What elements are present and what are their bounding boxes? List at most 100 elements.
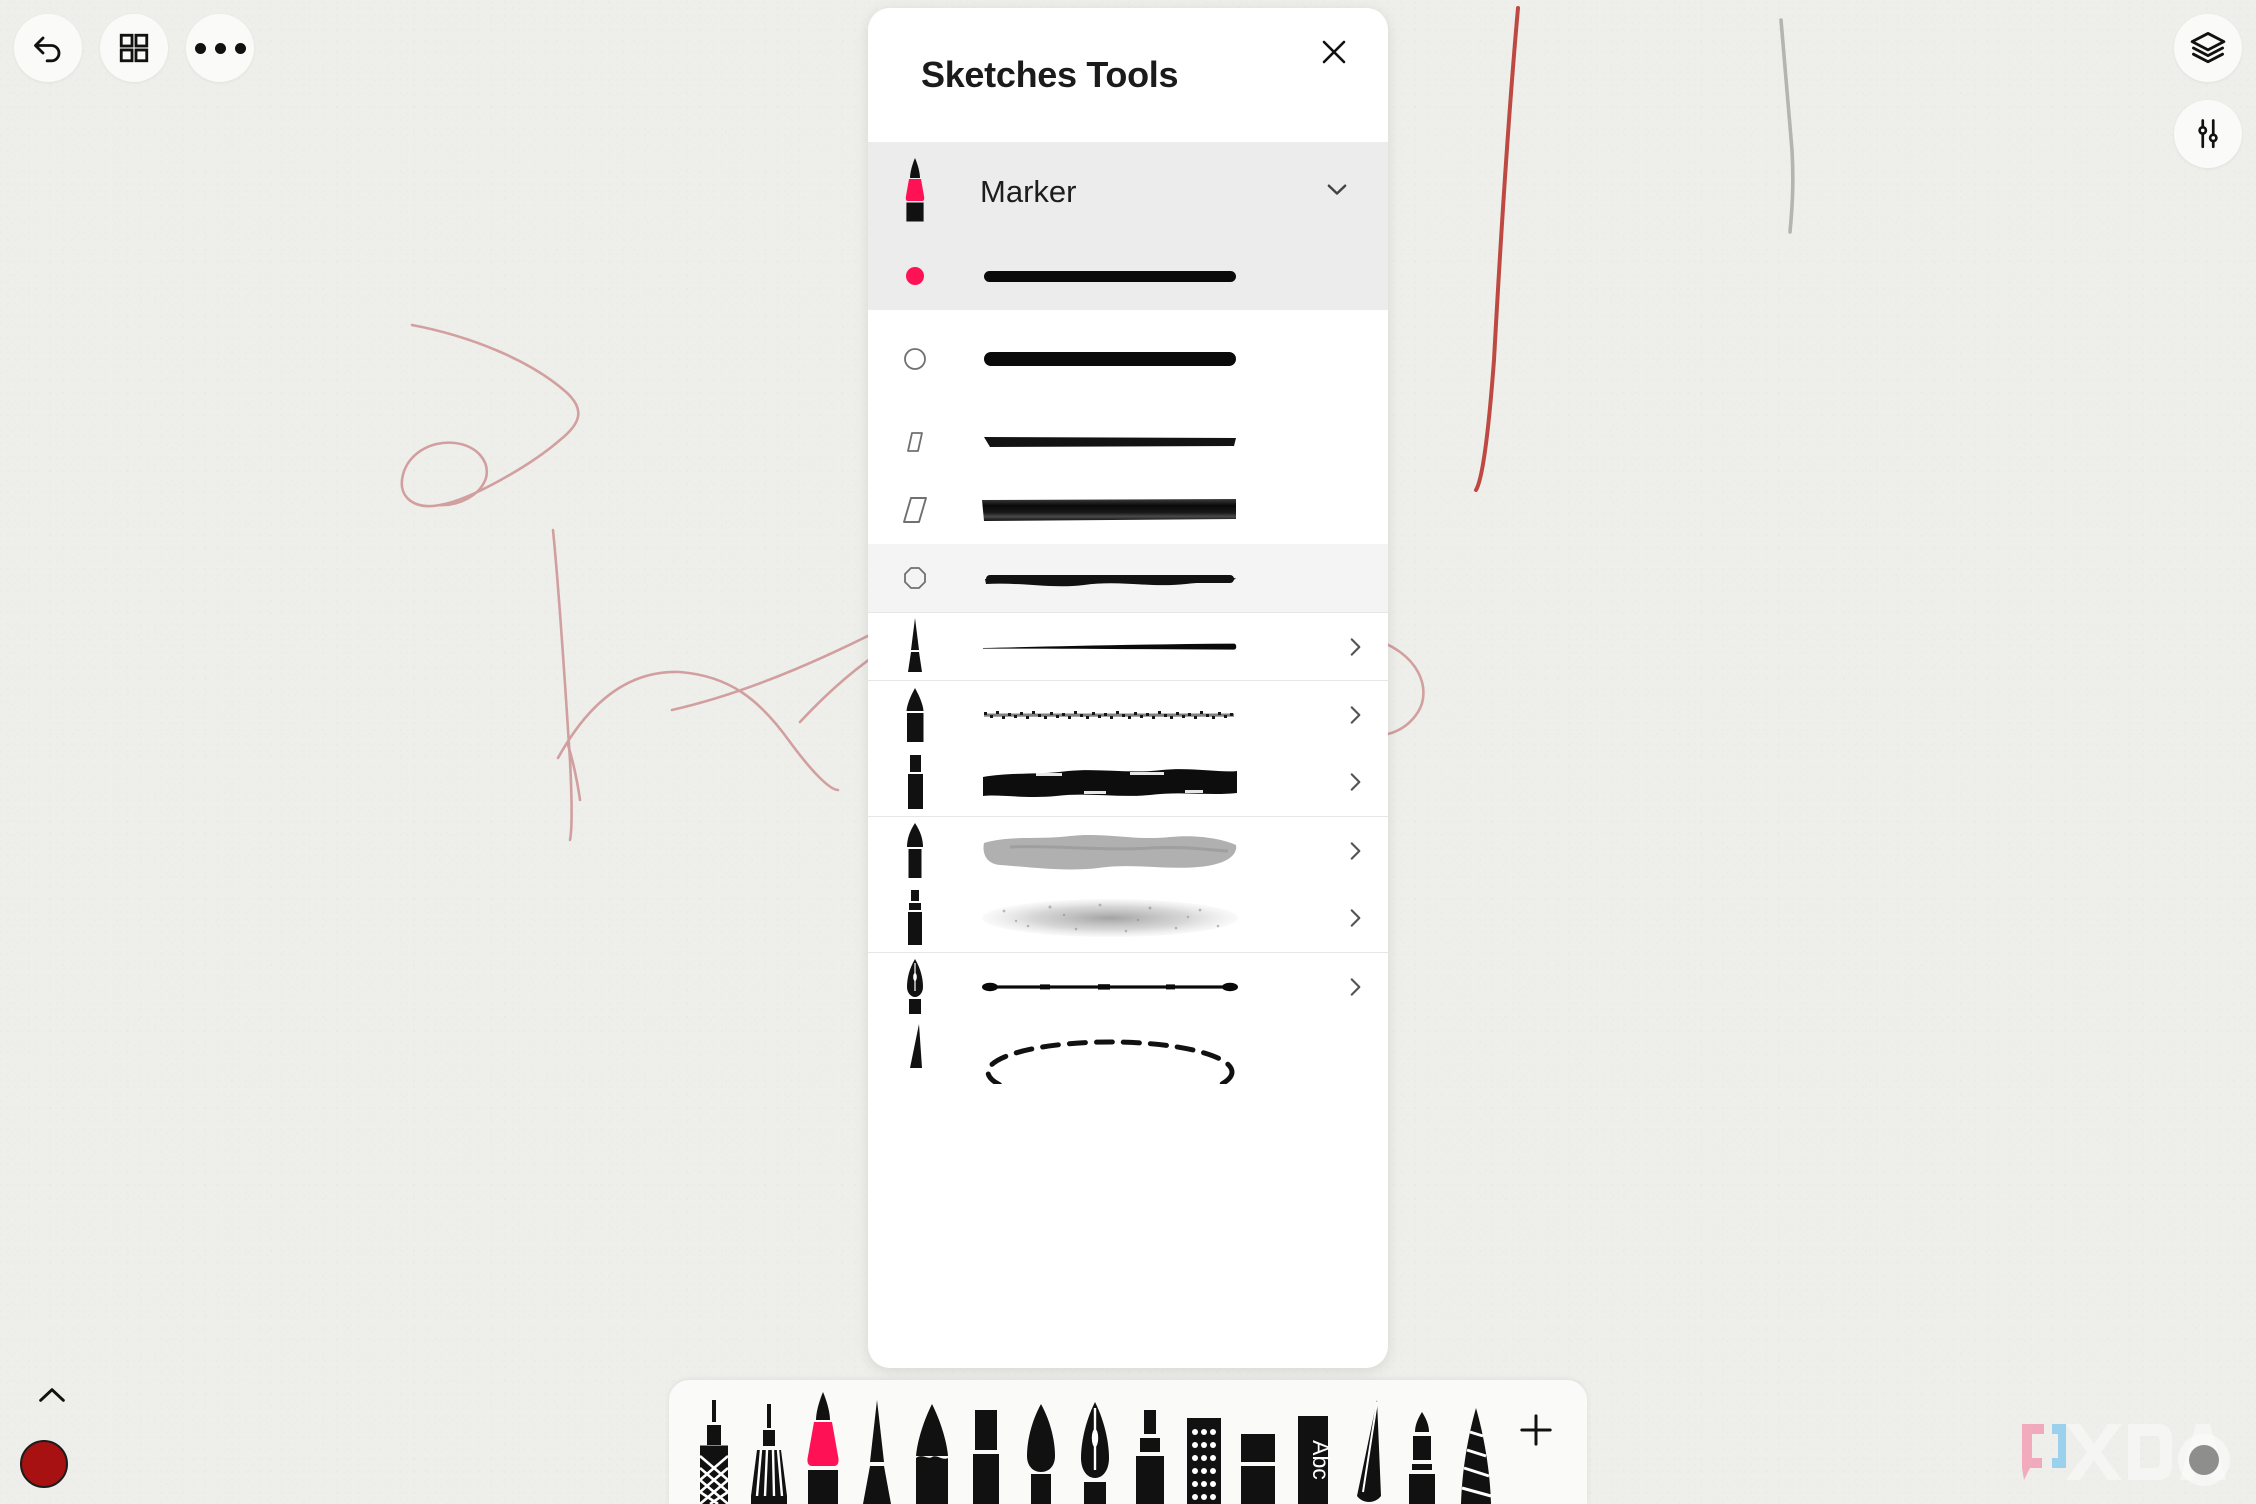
close-button[interactable] <box>1306 24 1362 80</box>
striped-cone-icon <box>1461 1408 1492 1504</box>
brush-detail-chevron[interactable] <box>1322 905 1388 931</box>
blade-tip-icon <box>910 1024 922 1068</box>
airbrush-tip-icon <box>1135 1410 1164 1504</box>
selected-tool-label: Marker <box>980 174 1077 209</box>
brush-row[interactable] <box>868 884 1388 952</box>
fine-liner-nib-icon <box>908 617 922 672</box>
tool-airbrush[interactable] <box>1122 1392 1176 1504</box>
plus-icon <box>1520 1414 1552 1446</box>
small-parallelogram-outline-icon <box>907 432 923 452</box>
pencil-tip-icon <box>906 687 924 742</box>
chisel-broad-stroke <box>982 499 1236 521</box>
flat-marker-tip-icon <box>973 1410 1000 1504</box>
tip-flat-marker <box>868 752 962 812</box>
tool-selector-chevron[interactable] <box>1322 175 1352 210</box>
color-panel-expand-button[interactable] <box>36 1385 68 1410</box>
brush-detail-chevron[interactable] <box>1322 702 1388 728</box>
chevron-right-icon <box>1350 637 1361 656</box>
stroke-preview <box>962 1024 1322 1084</box>
rough-marker-stroke <box>985 575 1236 587</box>
brush-row[interactable] <box>868 1020 1388 1088</box>
brush-row[interactable] <box>868 242 1388 310</box>
dashed-lasso-stroke <box>985 1039 1235 1084</box>
tool-textured-pen[interactable] <box>687 1392 741 1504</box>
stroke-preview <box>962 893 1322 943</box>
color-swatch[interactable] <box>20 1440 68 1488</box>
chevron-right-icon <box>1350 841 1361 860</box>
fine-liner-nib-icon <box>863 1400 892 1504</box>
brush-row[interactable] <box>868 476 1388 544</box>
brush-detail-chevron[interactable] <box>1322 769 1388 795</box>
stroke-preview <box>962 635 1322 659</box>
close-icon <box>1322 40 1346 64</box>
fountain-nib-icon <box>1081 1402 1110 1504</box>
tip-airbrush <box>868 888 962 948</box>
brush-row[interactable] <box>868 408 1388 476</box>
grid-squares-icon <box>119 33 149 63</box>
brush-row[interactable] <box>868 748 1388 816</box>
tool-dotted-eraser[interactable] <box>1177 1392 1231 1504</box>
settings-button[interactable] <box>2174 100 2242 168</box>
solid-round-bold-stroke <box>984 352 1236 366</box>
tip-pencil <box>868 685 962 745</box>
add-tool-button[interactable] <box>1503 1380 1569 1486</box>
tool-blade[interactable] <box>1340 1392 1394 1504</box>
ink-pen-line-stroke <box>982 982 1238 991</box>
brush-detail-chevron[interactable] <box>1322 634 1388 660</box>
tip-shape-octagon-outline <box>868 565 962 591</box>
pencil-tip-icon <box>915 1404 948 1504</box>
marker-pen-icon <box>905 158 925 222</box>
panel-header: Sketches Tools <box>868 8 1388 142</box>
tip-round-brush <box>868 821 962 881</box>
chevron-down-icon <box>1327 184 1347 195</box>
tool-pastel[interactable] <box>1449 1392 1503 1504</box>
flat-marker-tip-icon <box>908 755 923 809</box>
tool-text[interactable]: Abc <box>1286 1392 1340 1504</box>
blade-tip-icon <box>1357 1400 1382 1502</box>
tool-crayon[interactable] <box>1394 1392 1448 1504</box>
brush-detail-chevron[interactable] <box>1322 974 1388 1000</box>
tool-technical-pen[interactable] <box>741 1392 795 1504</box>
chevron-right-icon <box>1350 977 1361 996</box>
chevron-right-icon <box>1350 909 1361 927</box>
undo-button[interactable] <box>14 14 82 82</box>
tool-pencil[interactable] <box>905 1392 959 1504</box>
svg-text:Abc: Abc <box>1308 1440 1334 1480</box>
crayon-tip-icon <box>1408 1412 1435 1504</box>
fountain-nib-icon <box>907 958 923 1014</box>
tool-marker[interactable] <box>796 1392 850 1504</box>
tip-fine-liner-nib <box>868 617 962 677</box>
tool-fine-liner[interactable] <box>850 1392 904 1504</box>
stroke-preview <box>962 563 1322 593</box>
tip-shape-dot-filled-pink <box>868 265 962 287</box>
pages-button[interactable] <box>100 14 168 82</box>
tool-flat-marker[interactable] <box>959 1392 1013 1504</box>
more-button[interactable] <box>186 14 254 82</box>
marker-pen-icon <box>807 1392 839 1504</box>
sketches-tools-panel: Sketches Tools Marker <box>868 8 1388 1368</box>
layers-button[interactable] <box>2174 14 2242 82</box>
round-brush-tip-icon <box>1026 1404 1055 1504</box>
brush-row[interactable] <box>868 816 1388 884</box>
tool-brush[interactable] <box>1014 1392 1068 1504</box>
chisel-thin-stroke <box>984 437 1236 447</box>
brush-row[interactable] <box>868 680 1388 748</box>
tip-fountain-nib <box>868 957 962 1017</box>
dry-brush-heavy-stroke <box>983 769 1237 797</box>
brush-row[interactable] <box>868 952 1388 1020</box>
app-root: Sketches Tools Marker Abc <box>0 0 2256 1504</box>
undo-arrow-icon <box>34 36 61 63</box>
brush-row[interactable] <box>868 544 1388 612</box>
stroke-preview <box>962 427 1322 457</box>
striped-pen-icon <box>750 1404 787 1504</box>
brush-detail-chevron[interactable] <box>1322 838 1388 864</box>
brush-row[interactable] <box>868 612 1388 680</box>
tool-fountain-pen[interactable] <box>1068 1392 1122 1504</box>
circle-outline-icon <box>904 348 926 370</box>
chevron-up-icon <box>39 1388 65 1402</box>
tip-shape-circle-outline <box>868 346 962 372</box>
tool-eraser[interactable] <box>1231 1392 1285 1504</box>
brush-row[interactable] <box>868 310 1388 408</box>
dot-grid-eraser-icon <box>1187 1418 1221 1504</box>
tool-selector-dropdown[interactable]: Marker <box>868 142 1388 242</box>
